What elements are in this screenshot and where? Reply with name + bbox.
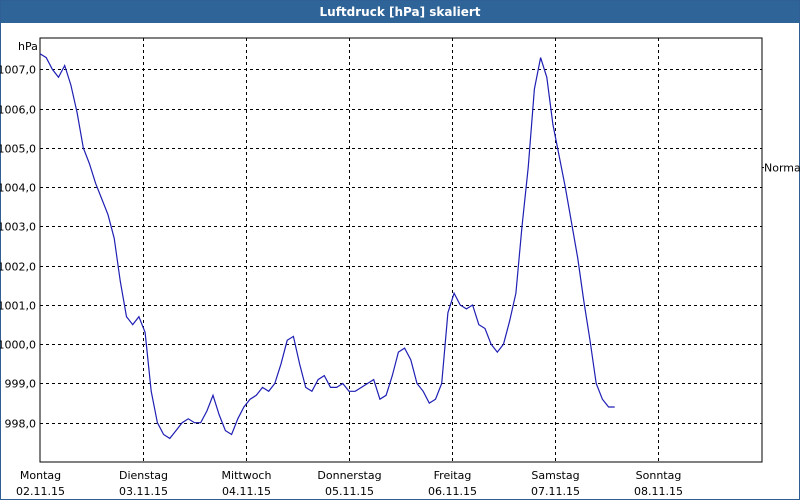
x-tick-date: 02.11.15 bbox=[16, 485, 65, 498]
y-tick-label: 1004,0 bbox=[0, 182, 36, 195]
x-tick-date: 04.11.15 bbox=[222, 485, 271, 498]
y-axis-label: hPa bbox=[18, 40, 38, 53]
y-tick-label: 999,0 bbox=[5, 378, 37, 391]
x-tick-day: Mittwoch bbox=[222, 469, 272, 482]
y-tick-label: 1002,0 bbox=[0, 261, 36, 274]
y-tick-label: 998,0 bbox=[5, 418, 37, 431]
plot-frame bbox=[39, 37, 763, 463]
y-tick-label: 1000,0 bbox=[0, 339, 36, 352]
x-tick-date: 07.11.15 bbox=[531, 485, 580, 498]
x-tick-date: 03.11.15 bbox=[119, 485, 168, 498]
x-tick-day: Sonntag bbox=[636, 469, 682, 482]
x-tick-date: 05.11.15 bbox=[325, 485, 374, 498]
x-tick-day: Freitag bbox=[434, 469, 472, 482]
y-tick-label: 1007,0 bbox=[0, 64, 36, 77]
y-tick-label: 1003,0 bbox=[0, 221, 36, 234]
x-tick-day: Samstag bbox=[531, 469, 579, 482]
y-tick-label: 1006,0 bbox=[0, 104, 36, 117]
y-tick-label: 1001,0 bbox=[0, 300, 36, 313]
pressure-chart: 1007,0 1006,0 1005,0 1004,0 1003,0 1002,0 1001… bbox=[0, 37, 800, 498]
x-tick-day: Donnerstag bbox=[317, 469, 381, 482]
x-tick-day: Montag bbox=[20, 469, 61, 482]
x-tick-date: 08.11.15 bbox=[634, 485, 683, 498]
x-tick-day: Dienstag bbox=[119, 469, 168, 482]
normal-annotation: Normal bbox=[764, 162, 800, 175]
x-tick-date: 06.11.15 bbox=[428, 485, 477, 498]
y-tick-label: 1005,0 bbox=[0, 143, 36, 156]
